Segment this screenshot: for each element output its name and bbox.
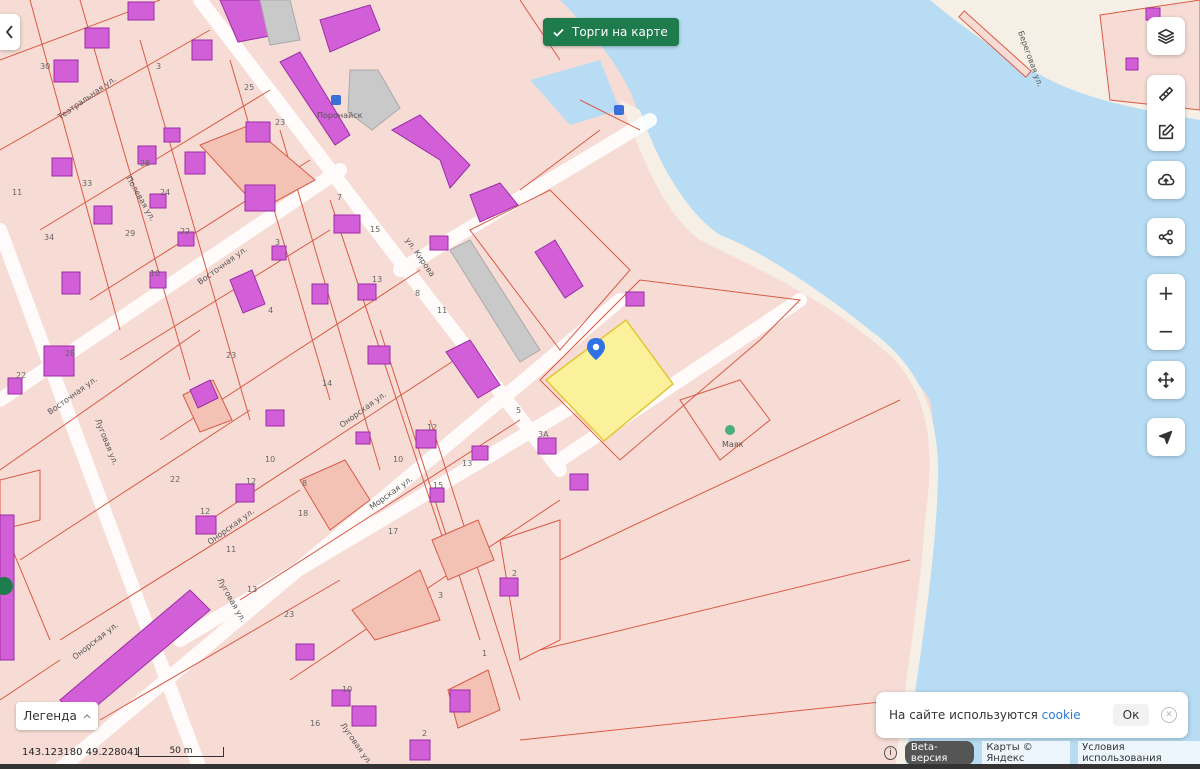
ruler-icon [1158, 86, 1174, 102]
house-number: 34 [44, 233, 54, 242]
house-number: 23 [226, 351, 236, 360]
house-number: 3 [275, 238, 280, 247]
locate-arrow-icon [1158, 430, 1173, 445]
zoom-control[interactable]: + − [1147, 274, 1185, 350]
house-number: 4 [268, 306, 273, 315]
maps-copyright[interactable]: Карты © Яндекс [982, 741, 1071, 765]
house-number: 3А [538, 430, 549, 439]
locate-control[interactable] [1147, 418, 1185, 456]
house-number: 25 [244, 83, 254, 92]
beta-badge: Beta-версия [904, 741, 975, 765]
terms-link[interactable]: Условия использования [1078, 741, 1200, 765]
share-control[interactable] [1147, 218, 1185, 256]
layers-icon [1157, 28, 1175, 45]
house-number: 12 [427, 423, 437, 432]
cloud-upload-icon [1157, 173, 1175, 186]
house-number: 10 [342, 685, 352, 694]
torgi-label: Торги на карте [572, 25, 668, 39]
zoom-out-label: − [1157, 319, 1175, 343]
layers-control[interactable] [1147, 17, 1185, 55]
house-number: 13 [247, 585, 257, 594]
tools-control[interactable] [1147, 75, 1185, 151]
house-number: 10 [150, 269, 160, 278]
house-number: 2 [422, 729, 427, 738]
house-number: 24 [160, 188, 170, 197]
move-icon [1157, 371, 1175, 389]
layers-button[interactable] [1147, 17, 1185, 55]
edit-button[interactable] [1147, 113, 1185, 151]
cookie-message: На сайте используются [889, 708, 1042, 722]
house-number: 10 [265, 455, 275, 464]
house-number: 17 [388, 527, 398, 536]
chevron-up-icon [83, 714, 91, 719]
house-number: 22 [180, 227, 190, 236]
house-number: 30 [40, 62, 50, 71]
house-number: 8 [415, 289, 420, 298]
house-number: 13 [462, 459, 472, 468]
house-number: 11 [437, 306, 447, 315]
house-number: 8 [302, 479, 307, 488]
cookie-notice: На сайте используются cookie Ок ✕ [876, 692, 1188, 738]
house-number: 22 [170, 475, 180, 484]
share-button[interactable] [1147, 218, 1185, 256]
house-number: 15 [433, 481, 443, 490]
legend-label: Легенда [23, 709, 77, 723]
scale-label: 50 m [169, 746, 193, 756]
house-number: 29 [125, 229, 135, 238]
poi-label: Маяк [722, 440, 744, 449]
coordinates-readout: 143.123180 49.228041 [22, 747, 140, 758]
move-control[interactable] [1147, 361, 1185, 399]
house-number: 3 [156, 62, 161, 71]
house-number: 18 [298, 509, 308, 518]
check-icon [553, 28, 564, 37]
zoom-out-button[interactable]: − [1147, 312, 1185, 350]
house-number: 14 [322, 379, 332, 388]
cookie-ok-button[interactable]: Ок [1113, 704, 1149, 726]
house-number: 15 [370, 225, 380, 234]
move-button[interactable] [1147, 361, 1185, 399]
house-number: 16 [310, 719, 320, 728]
torgi-map-button[interactable]: Торги на карте [543, 18, 679, 46]
map-footer: i Beta-версия Карты © Яндекс Условия исп… [884, 741, 1200, 765]
zoom-in-button[interactable]: + [1147, 274, 1185, 312]
cadastral-map[interactable]: Театральная ул. Полевая ул. Восточная ул… [0, 0, 1200, 769]
house-number: 23 [275, 118, 285, 127]
house-number: 5 [516, 406, 521, 415]
share-icon [1158, 229, 1173, 245]
close-icon[interactable]: ✕ [1161, 707, 1177, 723]
legend-button[interactable]: Легенда [16, 702, 98, 730]
house-number: 22 [16, 371, 26, 380]
house-number: 2 [512, 569, 517, 578]
house-number: 3 [438, 591, 443, 600]
info-icon[interactable]: i [884, 746, 897, 760]
house-number: 10 [393, 455, 403, 464]
upload-button[interactable] [1147, 161, 1185, 199]
house-number: 28 [140, 159, 150, 168]
scale-bar: 50 m [138, 747, 224, 757]
upload-control[interactable] [1147, 161, 1185, 199]
house-number: 13 [372, 275, 382, 284]
house-number: 33 [82, 179, 92, 188]
cookie-link[interactable]: cookie [1042, 708, 1081, 722]
house-number: 12 [246, 477, 256, 486]
house-number: 23 [284, 610, 294, 619]
edit-icon [1158, 123, 1175, 140]
poi-label: Поронайск [317, 111, 363, 120]
house-number: 1 [482, 649, 487, 658]
locate-button[interactable] [1147, 418, 1185, 456]
house-number: 11 [12, 188, 22, 197]
zoom-in-label: + [1157, 281, 1175, 305]
back-button[interactable] [0, 14, 20, 50]
ruler-button[interactable] [1147, 75, 1185, 113]
house-number: 28 [65, 349, 75, 358]
bottom-strip [0, 764, 1200, 769]
cookie-text: На сайте используются cookie [889, 708, 1081, 722]
house-number: 7 [337, 193, 342, 202]
house-number: 11 [226, 545, 236, 554]
house-number: 12 [200, 507, 210, 516]
chevron-left-icon [5, 25, 13, 39]
